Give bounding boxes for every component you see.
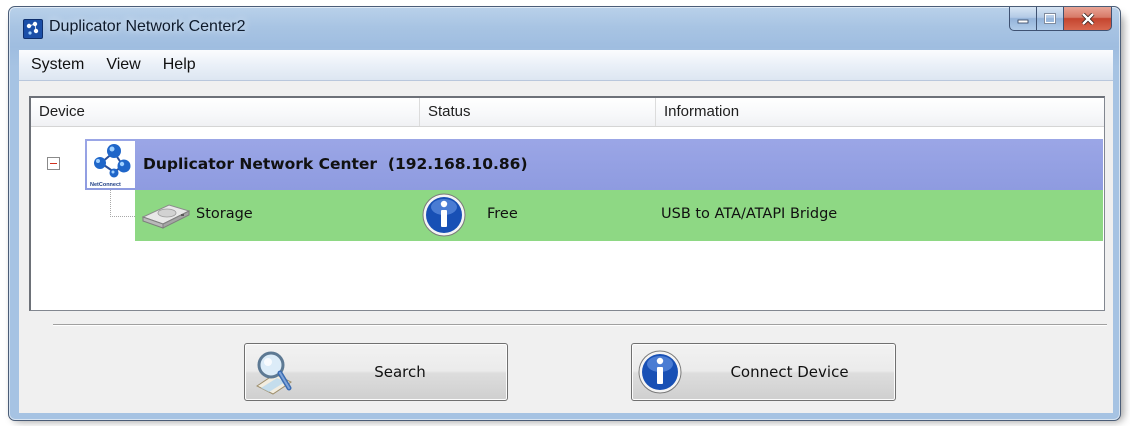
maximize-button[interactable] bbox=[1037, 7, 1064, 31]
svg-text:NetConnect: NetConnect bbox=[90, 182, 121, 188]
device-name: Storage bbox=[196, 206, 253, 222]
info-icon bbox=[422, 192, 466, 242]
close-button[interactable] bbox=[1064, 7, 1112, 31]
app-icon bbox=[23, 19, 43, 39]
app-window: Duplicator Network Center2 System View H… bbox=[8, 6, 1121, 421]
device-status: Free bbox=[487, 206, 518, 222]
tree-connector bbox=[110, 190, 111, 217]
title-bar[interactable]: Duplicator Network Center2 bbox=[9, 7, 1120, 49]
menu-help[interactable]: Help bbox=[152, 50, 207, 80]
maximize-icon bbox=[1044, 13, 1056, 24]
menu-system[interactable]: System bbox=[19, 50, 95, 80]
device-list[interactable]: Device Status Information NetConnect Dup… bbox=[29, 96, 1105, 311]
device-information: USB to ATA/ATAPI Bridge bbox=[661, 206, 838, 222]
close-icon bbox=[1081, 12, 1094, 25]
search-button[interactable]: Search bbox=[244, 343, 508, 401]
device-row[interactable] bbox=[135, 190, 1103, 241]
search-button-label: Search bbox=[374, 363, 426, 381]
minimize-icon bbox=[1017, 19, 1029, 23]
window-title: Duplicator Network Center2 bbox=[49, 18, 246, 35]
netconnect-icon: NetConnect bbox=[87, 141, 135, 188]
connect-device-button-label: Connect Device bbox=[730, 363, 849, 381]
storage-icon bbox=[137, 197, 193, 235]
tree-connector bbox=[110, 216, 135, 217]
device-group-label: Duplicator Network Center (192.168.10.86… bbox=[143, 155, 528, 173]
menu-view[interactable]: View bbox=[95, 50, 151, 80]
column-header-status[interactable]: Status bbox=[420, 98, 656, 126]
connect-device-button[interactable]: Connect Device bbox=[631, 343, 896, 401]
column-header-information[interactable]: Information bbox=[656, 98, 1104, 126]
collapse-toggle[interactable] bbox=[47, 157, 60, 170]
column-header-device[interactable]: Device bbox=[31, 98, 420, 126]
menu-bar: System View Help bbox=[19, 50, 1113, 81]
caption-buttons bbox=[1009, 7, 1112, 33]
minimize-button[interactable] bbox=[1009, 7, 1037, 31]
separator bbox=[53, 324, 1107, 326]
client-area: Device Status Information NetConnect Dup… bbox=[19, 81, 1113, 413]
list-header: Device Status Information bbox=[31, 98, 1104, 127]
